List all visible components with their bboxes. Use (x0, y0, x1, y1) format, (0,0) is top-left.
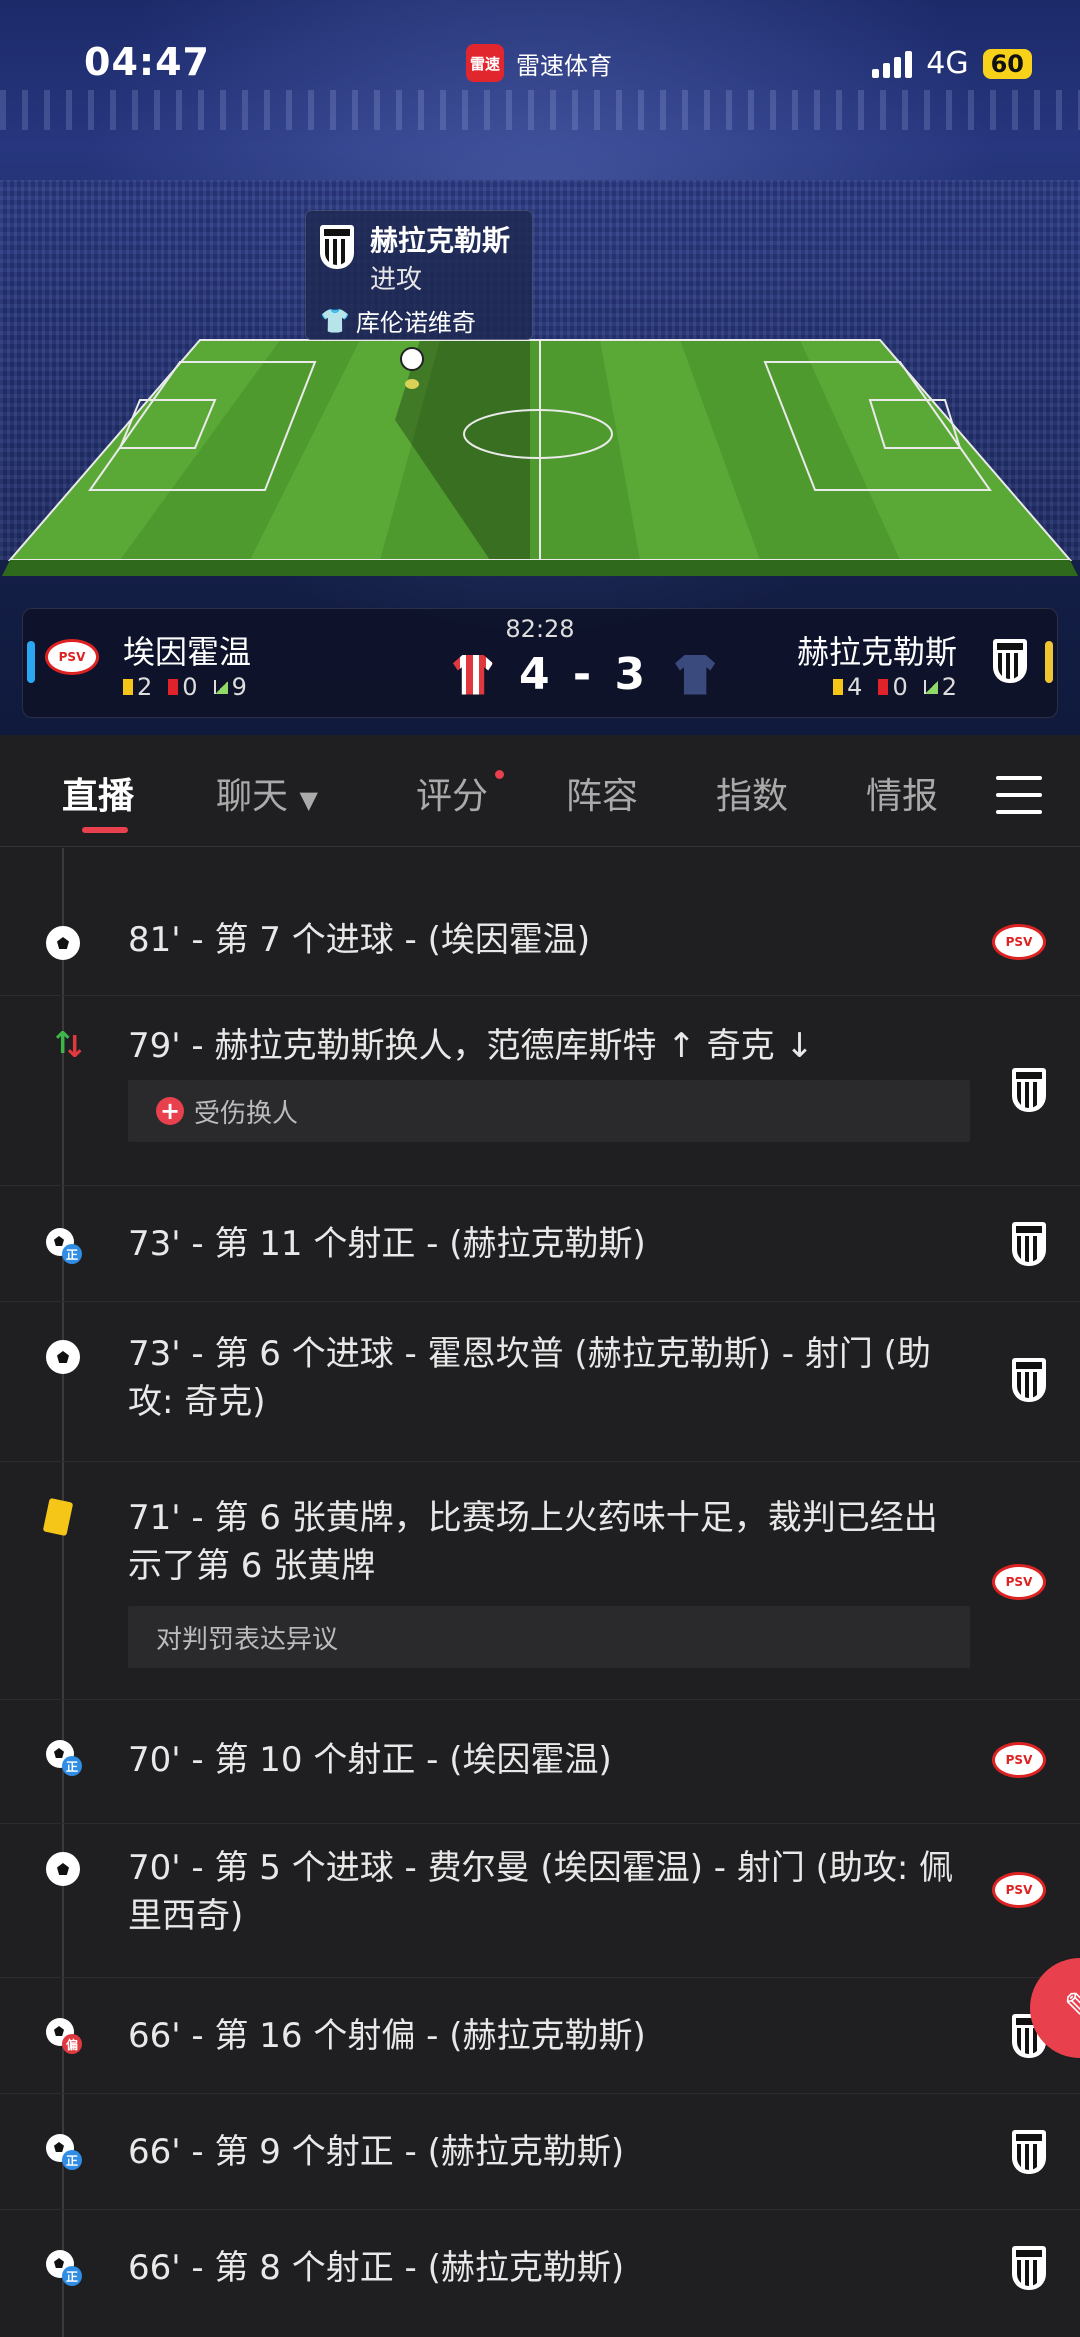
shot-on-target-icon: 正 (46, 1228, 82, 1264)
away-shirt-icon (675, 654, 716, 695)
timeline-row[interactable]: 正 70' - 第 10 个射正 - (埃因霍温) PSV (0, 1700, 1080, 1824)
shot-on-target-icon: 正 (46, 2134, 82, 2170)
tab-intel[interactable]: 情报 (866, 767, 938, 819)
pitch (2, 339, 1078, 576)
timeline-row[interactable]: 正 66' - 第 8 个射正 - (赫拉克勒斯) (0, 2210, 1080, 2337)
score-area: 4 - 3 (453, 649, 716, 700)
event-note: 对判罚表达异议 (128, 1606, 970, 1668)
tab-chat[interactable]: 聊天 ▼ (216, 767, 318, 819)
network-type: 4G (926, 46, 969, 81)
home-stats: 2 0 9 (123, 673, 247, 701)
psv-badge-icon: PSV (992, 1872, 1046, 1908)
timeline-row[interactable]: 71' - 第 6 张黄牌，比赛场上火药味十足，裁判已经出示了第 6 张黄牌 对… (0, 1462, 1080, 1700)
shot-on-target-icon: 正 (46, 2250, 82, 2286)
goal-icon (46, 1852, 80, 1886)
event-player: 👕 库伦诺维奇 (320, 303, 476, 338)
event-timeline: 81' - 第 7 个进球 - (埃因霍温) PSV ↑ ↓ 79' - 赫拉克勒… (0, 848, 1080, 2337)
tab-live[interactable]: 直播 (62, 767, 134, 819)
event-text: 79' - 赫拉克勒斯换人，范德库斯特 ↑ 奇克 ↓ (128, 1026, 814, 1066)
shot-off-target-icon: 偏 (46, 2018, 82, 2054)
active-tab-indicator (82, 827, 128, 833)
psv-badge-icon: PSV (992, 1742, 1046, 1778)
heracles-badge-icon (1012, 2246, 1046, 2290)
timeline-row[interactable]: 正 73' - 第 11 个射正 - (赫拉克勒斯) (0, 1186, 1080, 1302)
red-card-icon (878, 679, 889, 695)
app-name: 雷速体育 (516, 51, 612, 80)
live-event-popup: 赫拉克勒斯 进攻 👕 库伦诺维奇 (305, 210, 533, 340)
injury-icon: + (156, 1097, 184, 1125)
status-time: 04:47 (84, 40, 210, 84)
stadium-lights (0, 90, 1080, 130)
away-team-name[interactable]: 赫拉克勒斯 (797, 627, 957, 673)
timeline-row[interactable]: 偏 66' - 第 16 个射偏 - (赫拉克勒斯) (0, 1978, 1080, 2094)
score: 4 - 3 (519, 649, 650, 700)
event-text: 66' - 第 9 个射正 - (赫拉克勒斯) (128, 2132, 625, 2172)
heracles-badge-icon (1012, 2130, 1046, 2174)
ball-marker (405, 379, 419, 389)
yellow-card-icon (42, 1497, 74, 1537)
tab-rating[interactable]: 评分 (416, 767, 488, 819)
app-title: 雷速 雷速体育 (466, 44, 612, 82)
timeline-row[interactable]: ↑ ↓ 79' - 赫拉克勒斯换人，范德库斯特 ↑ 奇克 ↓ + 受伤换人 (0, 996, 1080, 1186)
away-stats: 4 0 2 (833, 673, 957, 701)
goal-icon (46, 1340, 80, 1374)
red-card-icon (168, 679, 179, 695)
away-color-bar (1045, 641, 1053, 683)
corner-flag-icon (923, 680, 938, 694)
status-indicators: 4G 60 (872, 46, 1032, 81)
heracles-badge-icon (1012, 1358, 1046, 1402)
substitution-icon: ↑ ↓ (50, 1026, 88, 1065)
timeline-row[interactable]: 70' - 第 5 个进球 - 费尔曼 (埃因霍温) - 射门 (助攻: 佩里西… (0, 1824, 1080, 1978)
home-shirt-icon (453, 654, 493, 695)
event-text: 73' - 第 11 个射正 - (赫拉克勒斯) (128, 1224, 646, 1264)
menu-icon[interactable] (996, 776, 1042, 814)
away-team-badge[interactable] (993, 639, 1027, 683)
shot-on-target-icon: 正 (46, 1740, 82, 1776)
heracles-badge-icon (320, 225, 354, 269)
notification-dot (495, 770, 504, 779)
psv-badge-icon: PSV (992, 1564, 1046, 1600)
event-text: 66' - 第 8 个射正 - (赫拉克勒斯) (128, 2248, 625, 2288)
yellow-card-icon (833, 679, 844, 695)
event-text: 73' - 第 6 个进球 - 霍恩坎普 (赫拉克勒斯) - 射门 (助攻: 奇… (128, 1334, 931, 1422)
app-logo-icon: 雷速 (466, 44, 504, 82)
goal-icon (46, 926, 80, 960)
event-text: 66' - 第 16 个射偏 - (赫拉克勒斯) (128, 2016, 646, 2056)
ball-icon (400, 347, 424, 371)
tab-lineup[interactable]: 阵容 (566, 767, 638, 819)
signal-icon (872, 50, 913, 78)
yellow-card-icon (123, 679, 133, 695)
event-player-name: 库伦诺维奇 (355, 309, 476, 337)
event-text: 71' - 第 6 张黄牌，比赛场上火药味十足，裁判已经出示了第 6 张黄牌 (128, 1498, 938, 1586)
tab-odds[interactable]: 指数 (716, 767, 788, 819)
shirt-icon: 👕 (320, 306, 350, 335)
corner-flag-icon (213, 680, 228, 694)
scoreboard: PSV 埃因霍温 2 0 9 82:28 4 - 3 赫拉克勒斯 4 0 2 (22, 608, 1058, 718)
heracles-badge-icon (1012, 1222, 1046, 1266)
match-visual: 04:47 雷速 雷速体育 4G 60 赫拉克勒斯 进攻 👕 库伦诺维奇 PSV… (0, 0, 1080, 735)
timeline-row[interactable]: 73' - 第 6 个进球 - 霍恩坎普 (赫拉克勒斯) - 射门 (助攻: 奇… (0, 1302, 1080, 1462)
home-color-bar (27, 641, 35, 683)
timeline-row[interactable]: 81' - 第 7 个进球 - (埃因霍温) PSV (0, 848, 1080, 996)
event-text: 70' - 第 10 个射正 - (埃因霍温) (128, 1740, 612, 1780)
event-action: 进攻 (370, 265, 423, 295)
heracles-badge-icon (1012, 1068, 1046, 1112)
home-team-badge[interactable]: PSV (45, 639, 99, 675)
timeline-row[interactable]: 正 66' - 第 9 个射正 - (赫拉克勒斯) (0, 2094, 1080, 2210)
psv-badge-icon: PSV (992, 924, 1046, 960)
event-note: + 受伤换人 (128, 1080, 970, 1142)
tab-bar: 直播 聊天 ▼ 评分 阵容 指数 情报 (0, 735, 1080, 847)
battery-icon: 60 (982, 48, 1032, 79)
event-team: 赫拉克勒斯 (370, 224, 511, 257)
chevron-down-icon: ▼ (299, 786, 318, 814)
event-text: 70' - 第 5 个进球 - 费尔曼 (埃因霍温) - 射门 (助攻: 佩里西… (128, 1848, 954, 1936)
event-text: 81' - 第 7 个进球 - (埃因霍温) (128, 920, 591, 960)
